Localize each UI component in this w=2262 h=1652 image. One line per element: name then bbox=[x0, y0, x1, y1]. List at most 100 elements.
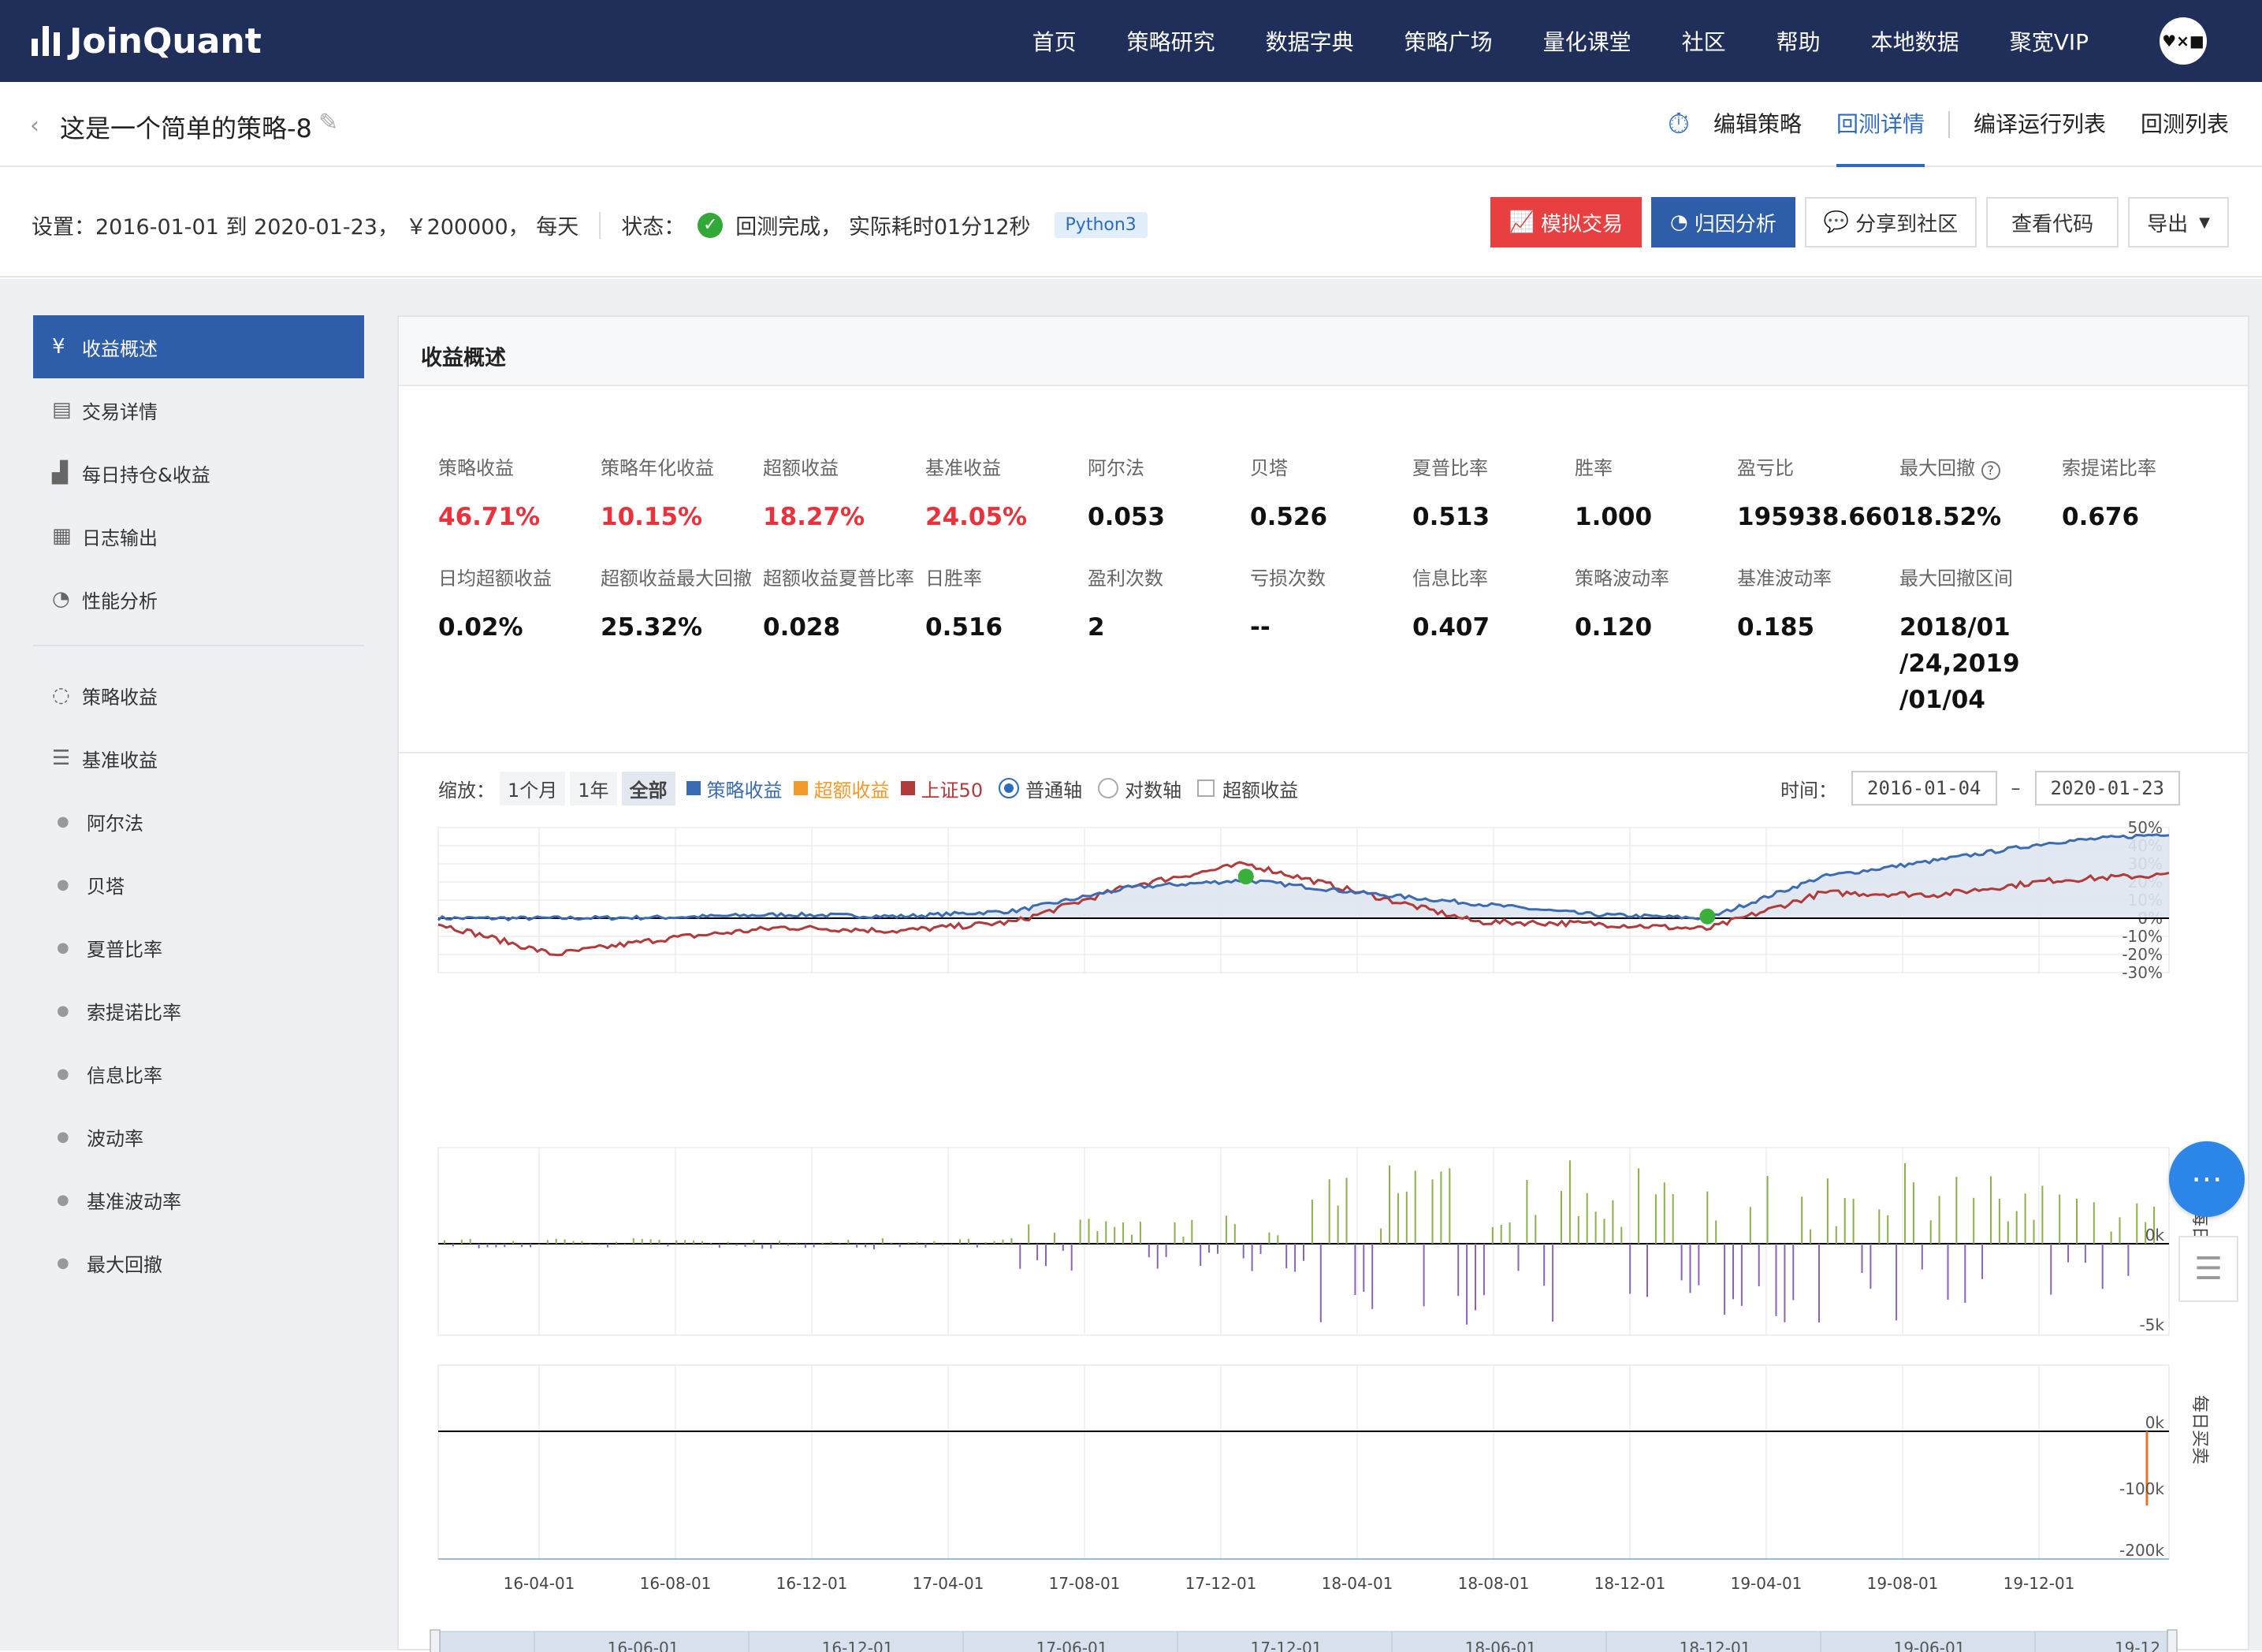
trades-ytick-label: -100k bbox=[2119, 1479, 2164, 1498]
navigator-label: 18-06-01 bbox=[1465, 1639, 1537, 1652]
sidebar-item-info-ratio[interactable]: ● 信息比率 bbox=[33, 1042, 364, 1105]
list-float-button[interactable]: ☰ bbox=[2178, 1236, 2238, 1302]
user-avatar[interactable]: ♥×■ bbox=[2160, 17, 2207, 65]
brand-logo[interactable]: JoinQuant bbox=[32, 20, 262, 61]
sidebar-item-label: 夏普比率 bbox=[87, 938, 162, 961]
info-divider bbox=[599, 211, 601, 239]
sidebar-item-max-drawdown[interactable]: ● 最大回撤 bbox=[33, 1231, 364, 1294]
pnl-ytick-label: 0k bbox=[2145, 1226, 2165, 1245]
sidebar-item-label: 收益概述 bbox=[82, 337, 158, 360]
sidebar-item-label: 交易详情 bbox=[82, 400, 158, 423]
backtest-charts[interactable]: 50%40%30%20%10%0%-10%-20%-30%0k-5k每日盈亏0k… bbox=[399, 317, 2251, 1652]
navigator-label: 16-06-01 bbox=[608, 1639, 679, 1652]
nav-link-local-data[interactable]: 本地数据 bbox=[1871, 25, 1959, 57]
page-title: 这是一个简单的策略-8 bbox=[60, 113, 312, 143]
date-xtick-label: 19-12-01 bbox=[2003, 1574, 2075, 1593]
success-check-icon: ✓ bbox=[698, 212, 724, 238]
view-code-button[interactable]: 查看代码 bbox=[1986, 197, 2119, 247]
date-xtick-label: 19-08-01 bbox=[1867, 1574, 1939, 1593]
attribution-analysis-button[interactable]: ◔ 归因分析 bbox=[1651, 197, 1795, 247]
drawdown-end-marker bbox=[1699, 908, 1716, 925]
date-xtick-label: 17-08-01 bbox=[1049, 1574, 1121, 1593]
returns-ytick-label: -30% bbox=[2122, 963, 2163, 982]
sidebar-item-label: 基准波动率 bbox=[87, 1190, 181, 1213]
status-label: 状态： bbox=[621, 215, 686, 240]
date-xtick-label: 16-04-01 bbox=[504, 1574, 575, 1593]
trades-ytick-label: 0k bbox=[2145, 1413, 2165, 1432]
yen-circle-icon: ¥ bbox=[52, 335, 65, 359]
navigator-label: 17-12-01 bbox=[1251, 1639, 1323, 1652]
sidebar-item-beta[interactable]: ● 贝塔 bbox=[33, 853, 364, 916]
action-buttons: 📈 模拟交易 ◔ 归因分析 💬 分享到社区 查看代码 导出 ▼ bbox=[1481, 197, 2229, 247]
sidebar-item-sortino[interactable]: ● 索提诺比率 bbox=[33, 979, 364, 1042]
top-navbar: JoinQuant 首页 策略研究 数据字典 策略广场 量化课堂 社区 帮助 本… bbox=[0, 0, 2262, 82]
chat-dots-icon: ⋯ bbox=[2191, 1161, 2223, 1197]
chart-up-icon: 📈 bbox=[1509, 210, 1535, 234]
nav-link-research[interactable]: 策略研究 bbox=[1127, 25, 1215, 57]
sidebar: ¥ 收益概述 ▤ 交易详情 ▟ 每日持仓&收益 ▦ 日志输出 ◔ 性能分析 ◌ 策略收益 ☰… bbox=[0, 279, 394, 1650]
tab-backtest-list[interactable]: 回测列表 bbox=[2141, 82, 2229, 167]
settings-value: 2016-01-01 到 2020-01-23， ￥200000， 每天 bbox=[95, 215, 579, 240]
pie-chart-icon: ◔ bbox=[1670, 210, 1688, 234]
sidebar-item-logs[interactable]: ▦ 日志输出 bbox=[33, 504, 364, 567]
bullet-icon: ● bbox=[57, 1254, 69, 1271]
sidebar-item-label: 每日持仓&收益 bbox=[82, 463, 210, 486]
sidebar-item-overview[interactable]: ¥ 收益概述 bbox=[33, 315, 364, 378]
stopwatch-icon: ⏱ bbox=[1667, 108, 1690, 140]
export-dropdown-button[interactable]: 导出 ▼ bbox=[2128, 197, 2229, 247]
nav-link-data-dict[interactable]: 数据字典 bbox=[1266, 25, 1354, 57]
nav-link-community[interactable]: 社区 bbox=[1682, 25, 1726, 57]
sidebar-item-trades[interactable]: ▤ 交易详情 bbox=[33, 378, 364, 441]
returns-ytick-label: -20% bbox=[2122, 945, 2163, 964]
sidebar-item-volatility[interactable]: ● 波动率 bbox=[33, 1105, 364, 1168]
paper-trading-button[interactable]: 📈 模拟交易 bbox=[1490, 197, 1643, 247]
nav-link-classroom[interactable]: 量化课堂 bbox=[1543, 25, 1631, 57]
navigator-right-handle bbox=[2167, 1629, 2178, 1652]
sidebar-item-benchmark-return[interactable]: ☰ 基准收益 bbox=[33, 727, 364, 790]
sidebar-item-alpha[interactable]: ● 阿尔法 bbox=[33, 790, 364, 853]
back-chevron-icon[interactable]: ‹ bbox=[30, 112, 39, 140]
sidebar-item-positions[interactable]: ▟ 每日持仓&收益 bbox=[33, 441, 364, 504]
drawdown-start-marker bbox=[1237, 869, 1254, 885]
sidebar-item-benchmark-volatility[interactable]: ● 基准波动率 bbox=[33, 1168, 364, 1231]
date-xtick-label: 18-04-01 bbox=[1322, 1574, 1393, 1593]
nav-link-help[interactable]: 帮助 bbox=[1776, 25, 1821, 57]
chat-float-button[interactable]: ⋯ bbox=[2169, 1141, 2245, 1217]
export-label: 导出 bbox=[2147, 212, 2189, 236]
main-content: ¥ 收益概述 ▤ 交易详情 ▟ 每日持仓&收益 ▦ 日志输出 ◔ 性能分析 ◌ 策略收益 ☰… bbox=[0, 279, 2262, 1652]
edit-pencil-icon[interactable]: ✎ bbox=[318, 109, 338, 136]
tab-backtest-detail[interactable]: 回测详情 bbox=[1836, 82, 1925, 167]
sidebar-item-strategy-return[interactable]: ◌ 策略收益 bbox=[33, 664, 364, 727]
python-version-badge: Python3 bbox=[1054, 212, 1148, 238]
attribution-label: 归因分析 bbox=[1694, 212, 1776, 236]
pnl-plot-area bbox=[437, 1147, 2170, 1336]
sidebar-item-label: 日志输出 bbox=[82, 526, 158, 549]
sidebar-item-label: 性能分析 bbox=[82, 590, 158, 612]
navigator-label: 17-06-01 bbox=[1036, 1639, 1108, 1652]
bullet-icon: ● bbox=[57, 1191, 69, 1208]
share-community-button[interactable]: 💬 分享到社区 bbox=[1804, 197, 1977, 247]
sidebar-item-sharpe[interactable]: ● 夏普比率 bbox=[33, 916, 364, 979]
tab-compile-run-list[interactable]: 编译运行列表 bbox=[1974, 82, 2106, 167]
trades-ytick-label: -200k bbox=[2119, 1541, 2164, 1560]
nav-link-home[interactable]: 首页 bbox=[1032, 25, 1077, 57]
tab-edit-strategy[interactable]: 编辑策略 bbox=[1713, 82, 1802, 167]
sidebar-item-label: 波动率 bbox=[87, 1127, 143, 1150]
tab-divider bbox=[1948, 111, 1950, 138]
sidebar-item-label: 策略收益 bbox=[82, 686, 158, 709]
sidebar-item-label: 贝塔 bbox=[87, 875, 125, 898]
pnl-ytick-label: -5k bbox=[2139, 1315, 2164, 1334]
caret-down-icon: ▼ bbox=[2199, 214, 2210, 231]
brand-name: JoinQuant bbox=[69, 20, 262, 61]
nav-link-strategy-square[interactable]: 策略广场 bbox=[1404, 25, 1493, 57]
bullet-icon: ● bbox=[57, 1002, 69, 1019]
bullet-icon: ● bbox=[57, 1065, 69, 1082]
nav-link-vip[interactable]: 聚宽VIP bbox=[2010, 25, 2089, 57]
share-label: 分享到社区 bbox=[1855, 212, 1959, 236]
date-xtick-label: 17-04-01 bbox=[913, 1574, 984, 1593]
sidebar-item-performance[interactable]: ◔ 性能分析 bbox=[33, 567, 364, 631]
navigator-label: 19-12 bbox=[2115, 1639, 2160, 1652]
overview-panel: 收益概述 策略收益 46.71% 策略年化收益 10.15% 超额收益 18.27% … bbox=[397, 315, 2251, 1652]
chat-bubble-icon: 💬 bbox=[1823, 210, 1850, 234]
date-xtick-label: 16-12-01 bbox=[776, 1574, 848, 1593]
